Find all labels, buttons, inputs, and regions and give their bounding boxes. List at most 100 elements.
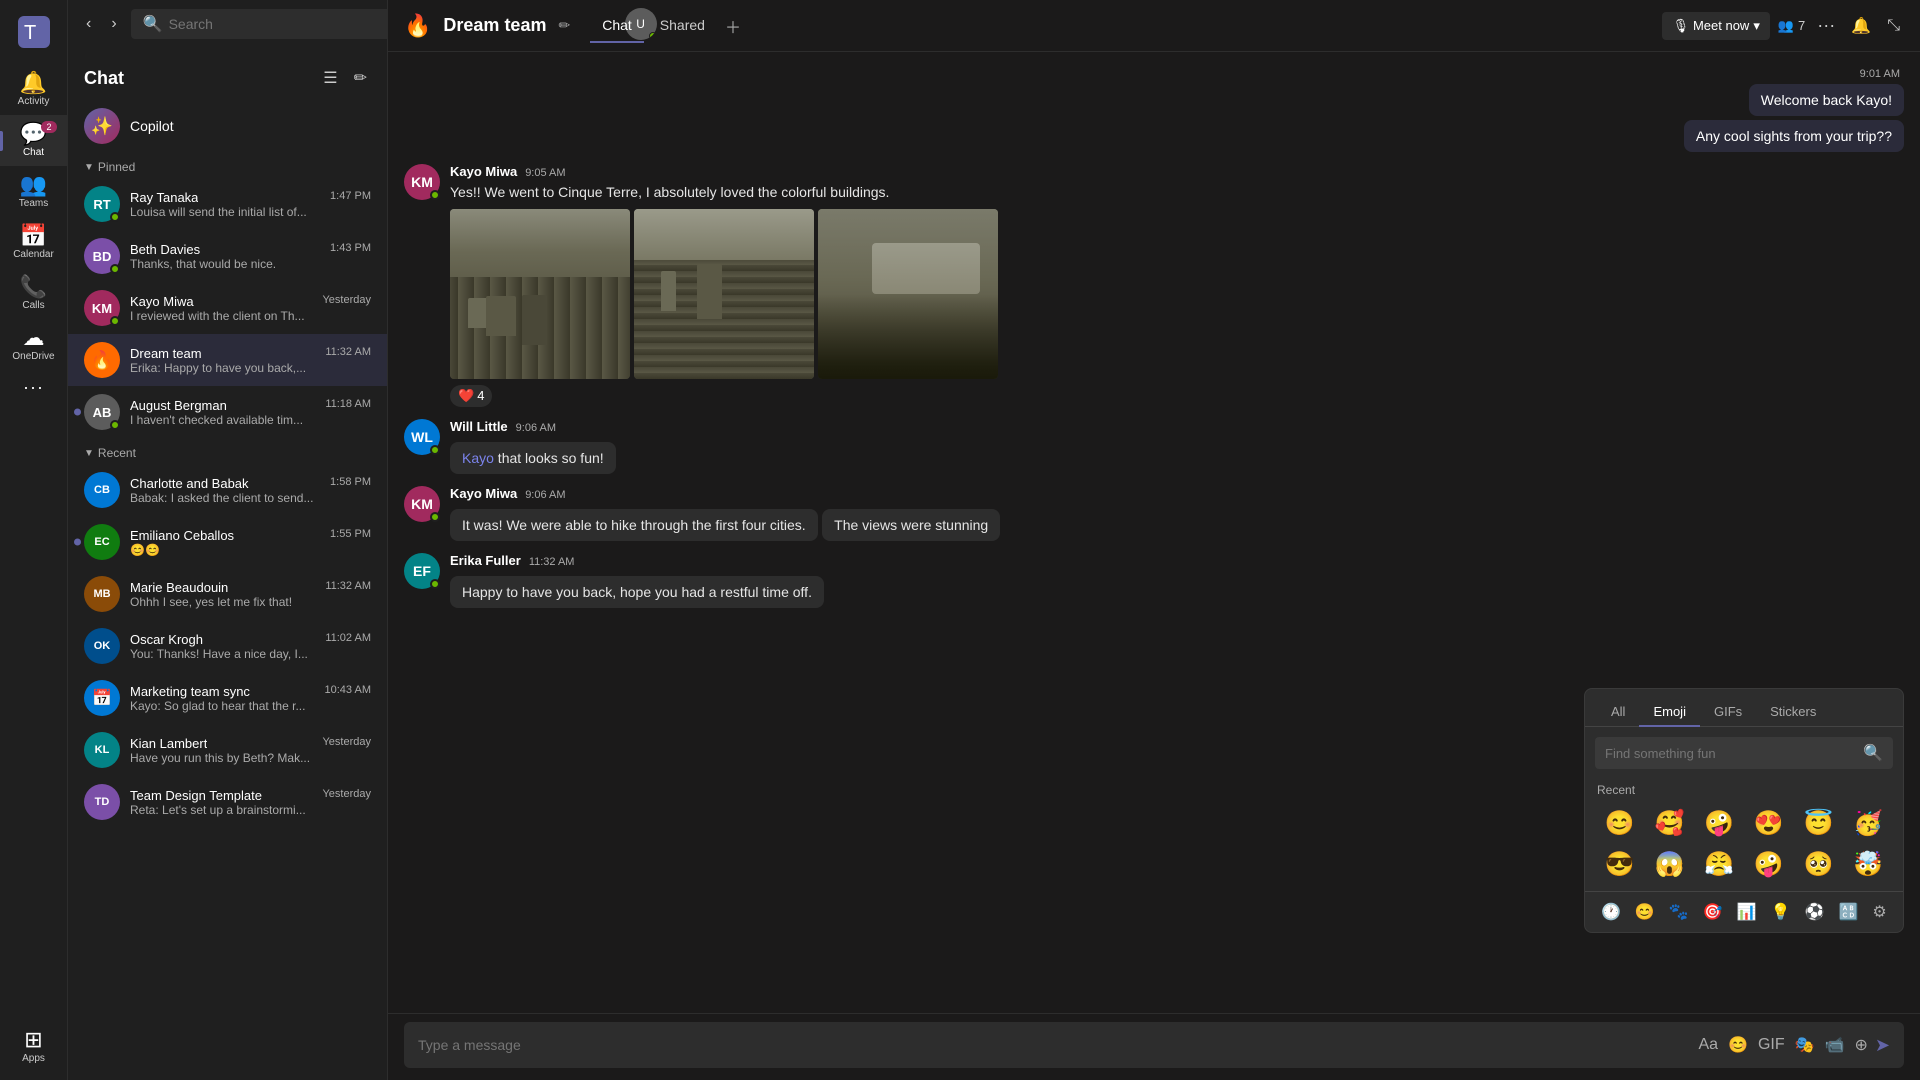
teams-logo[interactable]: T <box>10 8 58 56</box>
chat-item-august[interactable]: AB August Bergman 11:18 AM I haven't che… <box>68 386 387 438</box>
nav-item-calls[interactable]: 📞 Calls <box>0 268 67 319</box>
chat-item-kayo[interactable]: KM Kayo Miwa Yesterday I reviewed with t… <box>68 282 387 334</box>
meet-button[interactable]: 📹 <box>1822 1032 1848 1058</box>
cinque-image-3[interactable] <box>818 209 998 379</box>
chat-item-oscar[interactable]: OK Oscar Krogh 11:02 AM You: Thanks! Hav… <box>68 620 387 672</box>
meet-now-button[interactable]: 🎙 Meet now ▾ <box>1662 12 1769 40</box>
emoji-3[interactable]: 🤪 <box>1696 805 1742 842</box>
recent-section-label[interactable]: ▼ Recent <box>68 438 387 464</box>
back-button[interactable]: ‹ <box>80 11 97 37</box>
send-button[interactable]: ➤ <box>1875 1035 1890 1056</box>
reaction-count: 4 <box>477 388 484 403</box>
attach-button[interactable]: ⊕ <box>1852 1032 1871 1058</box>
emoji-4[interactable]: 😍 <box>1746 805 1792 842</box>
cinque-image-1[interactable] <box>450 209 630 379</box>
emoji-11[interactable]: 🥺 <box>1796 846 1842 883</box>
emoji-tab-gifs[interactable]: GIFs <box>1700 698 1756 727</box>
kian-preview: Have you run this by Beth? Mak... <box>130 751 371 765</box>
chat-item-dream[interactable]: 🔥 Dream team 11:32 AM Erika: Happy to ha… <box>68 334 387 386</box>
emoji-2[interactable]: 🥰 <box>1647 805 1693 842</box>
cinque-image-2[interactable] <box>634 209 814 379</box>
marie-preview: Ohhh I see, yes let me fix that! <box>130 595 371 609</box>
chat-item-charlotte[interactable]: CB Charlotte and Babak 1:58 PM Babak: I … <box>68 464 387 516</box>
forward-button[interactable]: › <box>105 11 122 37</box>
emoji-toolbar-smileys[interactable]: 😊 <box>1629 898 1661 926</box>
kayo-msg-line1: It was! We were able to hike through the… <box>450 509 818 541</box>
my-message-2: Any cool sights from your trip?? <box>1684 120 1904 152</box>
emoji-1[interactable]: 😊 <box>1597 805 1643 842</box>
tab-chat[interactable]: Chat <box>590 11 644 43</box>
members-button[interactable]: 👥 7 <box>1778 18 1805 34</box>
erika-online-indicator <box>430 579 440 589</box>
copilot-item[interactable]: ✨ Copilot <box>68 100 387 152</box>
emoji-search-input[interactable] <box>1605 746 1857 761</box>
emoji-7[interactable]: 😎 <box>1597 846 1643 883</box>
nav-label-onedrive: OneDrive <box>12 351 54 362</box>
new-chat-button[interactable]: ✏ <box>350 64 371 92</box>
emoji-tab-all[interactable]: All <box>1597 698 1639 727</box>
emoji-toolbar-recent[interactable]: 🕐 <box>1595 898 1627 926</box>
chat-notification-button[interactable]: 🔔 <box>1847 12 1875 40</box>
format-button[interactable]: Aa <box>1695 1033 1721 1057</box>
nav-item-more[interactable]: ··· <box>0 370 67 404</box>
filter-button[interactable]: ☰ <box>319 64 341 92</box>
heart-reaction[interactable]: ❤️ 4 <box>450 385 492 407</box>
emoji-toolbar-settings[interactable]: ⚙ <box>1866 898 1892 926</box>
pinned-section-label[interactable]: ▼ Pinned <box>68 152 387 178</box>
chat-item-kian[interactable]: KL Kian Lambert Yesterday Have you run t… <box>68 724 387 776</box>
copilot-avatar: ✨ <box>84 108 120 144</box>
nav-item-calendar[interactable]: 📅 Calendar <box>0 217 67 268</box>
erika-msg-time: 11:32 AM <box>529 556 575 568</box>
emoji-tab-stickers[interactable]: Stickers <box>1756 698 1830 727</box>
beth-online-dot <box>110 264 120 274</box>
emoji-6[interactable]: 🥳 <box>1845 805 1891 842</box>
nav-item-apps[interactable]: ⊞ Apps <box>0 1021 67 1072</box>
more-options-chat-button[interactable]: ··· <box>1813 11 1839 40</box>
emoji-12[interactable]: 🤯 <box>1845 846 1891 883</box>
marketing-name: Marketing team sync <box>130 684 250 699</box>
nav-item-activity[interactable]: 🔔 Activity <box>0 64 67 115</box>
kayo-msg-images <box>450 209 1904 379</box>
tab-shared[interactable]: Shared <box>648 11 717 43</box>
active-indicator <box>0 131 3 151</box>
add-tab-button[interactable]: ＋ <box>721 10 745 42</box>
chat-item-marketing[interactable]: 📅 Marketing team sync 10:43 AM Kayo: So … <box>68 672 387 724</box>
chat-item-emiliano[interactable]: EC Emiliano Ceballos 1:55 PM 😊😊 <box>68 516 387 568</box>
emoji-toolbar-symbols[interactable]: 💡 <box>1765 898 1797 926</box>
message-input[interactable] <box>418 1037 1687 1053</box>
emoji-toolbar-flags[interactable]: 🔠 <box>1832 898 1864 926</box>
emoji-toolbar-objects[interactable]: 📊 <box>1731 898 1763 926</box>
chat-item-beth[interactable]: BD Beth Davies 1:43 PM Thanks, that woul… <box>68 230 387 282</box>
emoji-8[interactable]: 😱 <box>1647 846 1693 883</box>
gif-button[interactable]: GIF <box>1755 1033 1788 1057</box>
dream-time: 11:32 AM <box>325 346 371 361</box>
chat-expand-button[interactable]: ⤡ <box>1883 13 1904 39</box>
marie-time: 11:32 AM <box>325 580 371 595</box>
ray-avatar: RT <box>84 186 120 222</box>
marketing-avatar: 📅 <box>84 680 120 716</box>
will-mention: Kayo <box>462 450 494 466</box>
emoji-tab-emoji[interactable]: Emoji <box>1639 698 1700 727</box>
nav-item-onedrive[interactable]: ☁ OneDrive <box>0 319 67 370</box>
main-chat-area: 🔥 Dream team ✏ Chat Shared ＋ 🎙 Meet now … <box>388 0 1920 1080</box>
oscar-name: Oscar Krogh <box>130 632 203 647</box>
sticker-button[interactable]: 🎭 <box>1792 1032 1818 1058</box>
emoji-toolbar-animals[interactable]: 🐾 <box>1663 898 1695 926</box>
emoji-search-icon: 🔍 <box>1863 743 1883 763</box>
erika-msg-content: Erika Fuller 11:32 AM Happy to have you … <box>450 553 1904 608</box>
emoji-5[interactable]: 😇 <box>1796 805 1842 842</box>
emoji-10[interactable]: 🤪 <box>1746 846 1792 883</box>
emoji-9[interactable]: 😤 <box>1696 846 1742 883</box>
emoji-toolbar-sports[interactable]: ⚽ <box>1799 898 1831 926</box>
edit-group-button[interactable]: ✏ <box>558 17 570 34</box>
meet-now-icon: 🎙 <box>1672 18 1689 34</box>
chat-item-marie[interactable]: MB Marie Beaudouin 11:32 AM Ohhh I see, … <box>68 568 387 620</box>
nav-item-chat[interactable]: 💬 Chat 2 <box>0 115 67 166</box>
emoji-toolbar-activities[interactable]: 🎯 <box>1697 898 1729 926</box>
ray-online-dot <box>110 212 120 222</box>
nav-item-teams[interactable]: 👥 Teams <box>0 166 67 217</box>
chat-item-team-design[interactable]: TD Team Design Template Yesterday Reta: … <box>68 776 387 828</box>
chat-item-ray[interactable]: RT Ray Tanaka 1:47 PM Louisa will send t… <box>68 178 387 230</box>
emoji-button[interactable]: 😊 <box>1725 1032 1751 1058</box>
svg-text:T: T <box>24 22 36 44</box>
